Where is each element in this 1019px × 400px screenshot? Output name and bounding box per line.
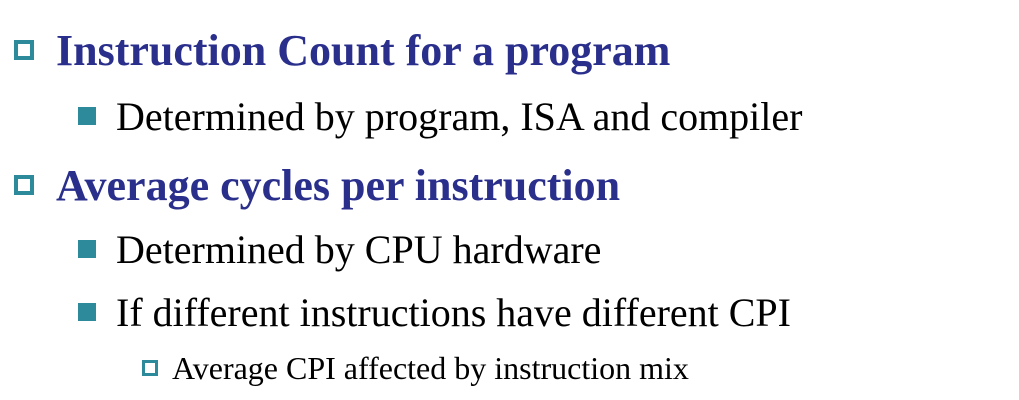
bullet-text: If different instructions have different… (116, 289, 791, 335)
bullet-text: Average CPI affected by instruction mix (172, 349, 689, 386)
bullet-text: Determined by CPU hardware (116, 226, 602, 272)
bullet-item-level1: Instruction Count for a program (14, 22, 670, 78)
slide: Instruction Count for a program Determin… (0, 0, 1019, 400)
filled-square-bullet-icon (78, 303, 96, 321)
hollow-square-bullet-icon (14, 40, 34, 60)
bullet-item-level2: Determined by program, ISA and compiler (78, 90, 802, 142)
hollow-square-bullet-icon (142, 360, 158, 376)
bullet-text: Determined by program, ISA and compiler (116, 93, 803, 139)
bullet-item-level3: Average CPI affected by instruction mix (142, 347, 689, 389)
bullet-item-level1: Average cycles per instruction (14, 157, 620, 213)
bullet-text: Average cycles per instruction (56, 160, 621, 210)
bullet-text: Instruction Count for a program (56, 25, 671, 75)
hollow-square-bullet-icon (14, 175, 34, 195)
bullet-item-level2: Determined by CPU hardware (78, 223, 601, 275)
bullet-item-level2: If different instructions have different… (78, 286, 791, 338)
filled-square-bullet-icon (78, 107, 96, 125)
filled-square-bullet-icon (78, 240, 96, 258)
